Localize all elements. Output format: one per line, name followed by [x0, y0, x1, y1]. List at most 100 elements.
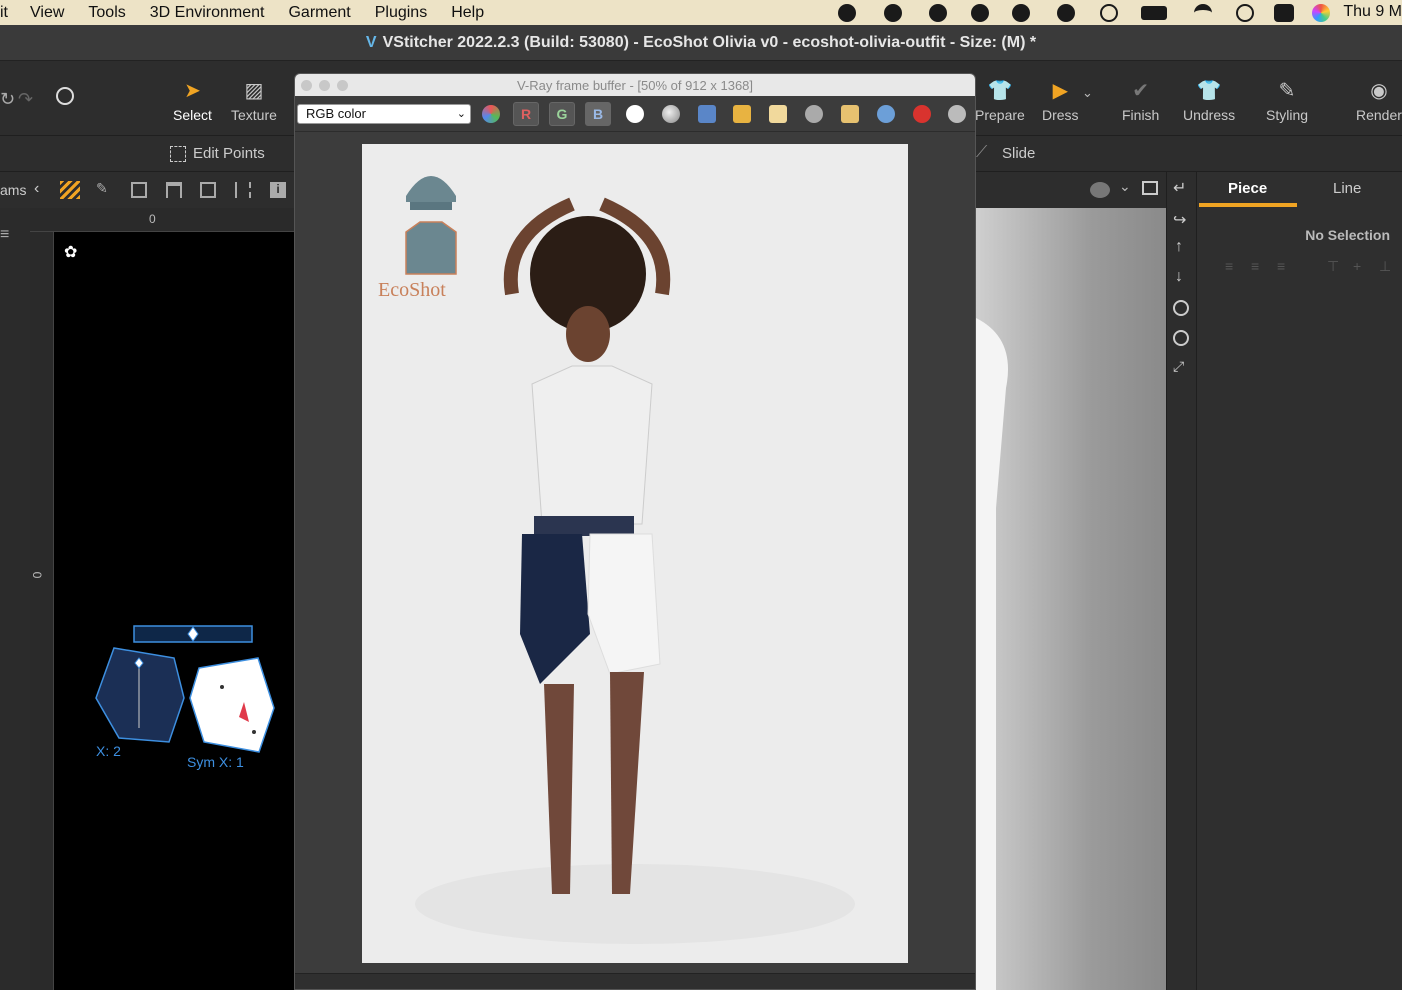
redo-icon[interactable]: ↷	[18, 89, 33, 110]
piece-label-x2: X: 2	[96, 743, 121, 759]
undress-tool-button[interactable]: 👕 Undress	[1183, 77, 1235, 124]
undo-icon[interactable]: ↻	[0, 89, 15, 110]
logo-hair-icon	[406, 176, 456, 202]
clock[interactable]: Thu 9 M	[1343, 3, 1402, 21]
back-pant-piece[interactable]	[189, 657, 275, 753]
color-correction-icon[interactable]	[482, 105, 500, 123]
pattern-2d-canvas[interactable]: ✿ X: 2 Sym X: 1	[54, 232, 294, 990]
rendered-model: EcoShot	[378, 176, 855, 944]
edit-icon[interactable]	[200, 182, 216, 198]
save-icon[interactable]	[698, 105, 716, 123]
clear-icon[interactable]	[805, 105, 823, 123]
horizontal-ruler: 0	[30, 208, 294, 232]
render-tool-button[interactable]: ◉ Render	[1356, 77, 1402, 124]
zoom-in-icon[interactable]	[1173, 300, 1189, 316]
logo-dress-form-icon	[405, 221, 457, 275]
model-waistband	[534, 516, 634, 536]
menu-tools[interactable]: Tools	[88, 4, 125, 22]
folder-icon[interactable]	[733, 105, 751, 123]
wifi-icon[interactable]	[1194, 4, 1212, 22]
menu-3d-environment[interactable]: 3D Environment	[150, 4, 265, 22]
panel-label: ams	[0, 182, 27, 198]
split-icon[interactable]	[235, 182, 251, 198]
finish-tool-button[interactable]: ✔ Finish	[1122, 77, 1159, 124]
menu-garment[interactable]: Garment	[288, 4, 350, 22]
menu-view[interactable]: View	[30, 4, 64, 22]
green-channel-button[interactable]: G	[549, 102, 575, 126]
texture-tool-button[interactable]: ▨ Texture	[231, 77, 277, 124]
zoom-out-icon[interactable]	[1173, 330, 1189, 346]
model-short-left	[520, 534, 590, 684]
select-tool-button[interactable]: ➤ Select	[173, 77, 212, 124]
red-channel-button[interactable]: R	[513, 102, 539, 126]
blue-channel-button[interactable]: B	[585, 102, 611, 126]
arrow-up-icon[interactable]: ↑	[1175, 238, 1183, 256]
menu-plugins[interactable]: Plugins	[375, 4, 427, 22]
siri-icon[interactable]	[1312, 4, 1330, 22]
vfb-title: V-Ray frame buffer - [50% of 912 x 1368]	[516, 77, 754, 93]
edit-points-button[interactable]: Edit Points	[193, 145, 265, 162]
zoom-window-button[interactable]	[337, 80, 348, 91]
menu-bar: it View Tools 3D Environment Garment Plu…	[0, 0, 1402, 25]
zoom-icon[interactable]	[884, 4, 902, 22]
vray-frame-buffer-window: V-Ray frame buffer - [50% of 912 x 1368]…	[294, 73, 976, 990]
arrow-down-icon[interactable]: ↓	[1175, 268, 1183, 286]
menu-edit[interactable]: it	[0, 4, 8, 22]
frame-icon[interactable]	[131, 182, 147, 198]
dress-options-chevron-icon[interactable]: ⌄	[1082, 85, 1093, 101]
info-icon[interactable]: i	[270, 182, 286, 198]
fit-view-icon[interactable]: ⤢	[1173, 358, 1184, 375]
record-icon[interactable]	[838, 4, 856, 22]
tab-line[interactable]: Line	[1333, 180, 1361, 197]
sync-icon[interactable]	[1057, 4, 1075, 22]
teapot-icon[interactable]	[948, 105, 966, 123]
gear-status-icon[interactable]	[971, 4, 989, 22]
play-icon[interactable]	[1100, 4, 1118, 22]
search-icon[interactable]	[1236, 4, 1254, 22]
model-leg-left	[544, 684, 574, 894]
battery-icon[interactable]	[1141, 6, 1167, 20]
close-window-button[interactable]	[301, 80, 312, 91]
hatch-icon[interactable]	[60, 181, 80, 199]
window-title-bar: V VStitcher 2022.2.3 (Build: 53080) - Ec…	[0, 25, 1402, 61]
pattern-pieces[interactable]	[54, 232, 294, 990]
texture-icon: ▨	[244, 79, 264, 102]
avatar-visibility-icon[interactable]	[1090, 182, 1110, 198]
chevron-down-icon[interactable]: ⌄	[1119, 178, 1131, 195]
tab-piece[interactable]: Piece	[1228, 180, 1267, 197]
channel-select[interactable]: RGB color ⌄	[297, 104, 471, 124]
properties-panel: Piece Line No Selection ≡ ≡ ≡ ⊤ + ⊥	[1196, 172, 1402, 990]
3d-view-header: ⌄	[976, 172, 1166, 208]
mono-icon[interactable]	[662, 105, 680, 123]
vfb-status-bar	[295, 973, 975, 989]
slide-button[interactable]: Slide	[1002, 145, 1035, 162]
chevron-down-icon: ⌄	[456, 108, 466, 120]
stop-icon[interactable]	[913, 105, 931, 123]
collapse-chevron-icon[interactable]: ‹	[34, 180, 39, 198]
alpha-white-icon[interactable]	[626, 105, 644, 123]
panel-icon[interactable]	[166, 182, 182, 198]
model-face	[566, 306, 610, 362]
prepare-tool-button[interactable]: 👕 Prepare	[975, 77, 1025, 124]
list-icon[interactable]: ≡	[0, 226, 9, 244]
clipboard-icon[interactable]	[769, 105, 787, 123]
align-middle-icon: +	[1353, 258, 1362, 274]
styling-tool-button[interactable]: ✎ Styling	[1266, 77, 1308, 124]
teapot-blue-icon[interactable]	[877, 105, 895, 123]
vfb-title-bar: V-Ray frame buffer - [50% of 912 x 1368]	[295, 74, 975, 96]
return-icon[interactable]: ↵	[1173, 178, 1186, 198]
menu-help[interactable]: Help	[451, 4, 484, 22]
dress-tool-button[interactable]: ▶ Dress	[1042, 77, 1079, 124]
control-center-icon[interactable]	[1274, 4, 1294, 22]
stack-icon[interactable]	[929, 4, 947, 22]
align-right-icon: ≡	[1277, 258, 1286, 274]
pen-icon[interactable]: ✎	[96, 180, 108, 197]
3d-view-canvas[interactable]	[976, 208, 1166, 990]
align-bottom-icon: ⊥	[1379, 258, 1392, 274]
redirect-icon[interactable]: ↪	[1173, 210, 1186, 230]
minimize-window-button[interactable]	[319, 80, 330, 91]
search-icon[interactable]	[56, 87, 74, 105]
window-restore-icon[interactable]	[1142, 181, 1158, 195]
creative-cloud-icon[interactable]	[1012, 4, 1030, 22]
region-icon[interactable]	[841, 105, 859, 123]
